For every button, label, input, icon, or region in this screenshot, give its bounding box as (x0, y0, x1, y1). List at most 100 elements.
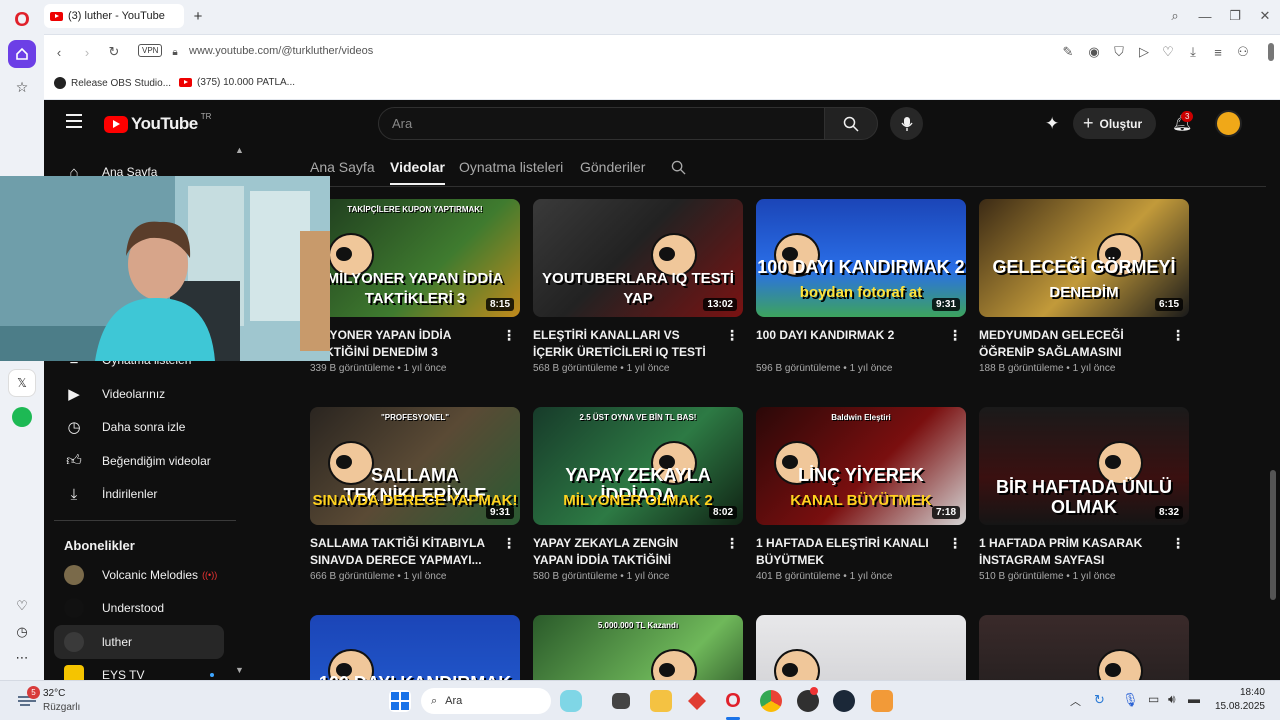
minimize-button[interactable]: — (1196, 7, 1214, 25)
video-card[interactable]: "PROFESYONEL" SALLAMA TEKNİKLERİYLE SINAVD… (310, 407, 520, 582)
pinboard-icon[interactable]: ☆ (8, 73, 36, 101)
video-thumbnail[interactable]: SEÇİM ANKETİ (756, 615, 966, 680)
microphone-icon[interactable]: 🎙︎ (1122, 692, 1139, 708)
battery-icon[interactable]: ▬ (1188, 692, 1200, 706)
restore-button[interactable]: ❐ (1226, 7, 1244, 25)
tab-home[interactable]: Ana Sayfa (310, 159, 375, 175)
sync-icon[interactable]: ↻ (1094, 692, 1105, 708)
opera-taskbar-icon[interactable]: O (722, 690, 744, 712)
video-thumbnail[interactable]: 2023 (979, 615, 1189, 680)
chrome-icon[interactable] (760, 690, 782, 712)
browser-tab[interactable]: (3) luther - YouTube (44, 4, 184, 28)
tab-playlists[interactable]: Oynatma listeleri (459, 159, 563, 175)
back-icon[interactable]: ‹ (50, 43, 68, 61)
video-thumbnail[interactable]: 100 DAYI KANDIRMAK(sosyal deney) (310, 615, 520, 680)
windows-start-icon[interactable] (389, 690, 411, 712)
volume-icon[interactable]: 🔊︎ (1168, 692, 1176, 707)
more-actions-icon[interactable]: ⋮ (948, 535, 962, 552)
close-window-button[interactable]: ✕ (1256, 7, 1274, 25)
home-icon[interactable] (8, 40, 36, 68)
search-input[interactable]: Ara (378, 107, 826, 140)
video-card[interactable]: YOUTUBERLARA IQ TESTİ YAP 13:02 ELEŞTİRİ K… (533, 199, 743, 374)
video-card[interactable]: 100 DAYI KANDIRMAK 2 boydan fotoraf at 9:3… (756, 199, 966, 374)
create-button[interactable]: + Oluştur (1073, 108, 1157, 139)
video-card[interactable]: 2.5 ÜST OYNA VE BİN TL BAS! YAPAY ZEKAYLA… (533, 407, 743, 582)
url-field[interactable]: www.youtube.com/@turkluther/videos (189, 45, 373, 57)
heart-icon[interactable]: ♡ (1159, 43, 1177, 61)
clock-time[interactable]: 18:40 (1225, 687, 1265, 698)
subscription-item[interactable]: Understood (54, 591, 224, 625)
tab-videos[interactable]: Videolar (390, 159, 445, 185)
bookmark-obs[interactable]: Release OBS Studio... (54, 77, 171, 89)
video-thumbnail[interactable]: TAKİPÇİLERE KUPON YAPTIRMAK! MİLYONER YAP… (310, 199, 520, 317)
app-icon[interactable] (871, 690, 893, 712)
subscription-item[interactable]: Volcanic Melodies ((•)) (54, 558, 224, 592)
page-scrollbar[interactable] (1270, 470, 1276, 600)
camera-icon[interactable]: ◉ (1085, 43, 1103, 61)
heart-icon[interactable]: ♡ (8, 592, 36, 620)
channel-search-icon[interactable] (671, 160, 686, 175)
video-title[interactable]: 1 HAFTADA ELEŞTİRİ KANALI BÜYÜTMEK ⋮ (756, 535, 966, 569)
sidebar-item-downloads[interactable]: ⤓ İndirilenler (54, 477, 224, 511)
video-title[interactable]: MEDYUMDAN GELECEĞİ ÖĞRENİP SAĞLAMASINI Y… (979, 327, 1189, 361)
youtube-logo[interactable]: YouTube TR (104, 112, 211, 134)
steam-icon[interactable] (833, 690, 855, 712)
forward-icon[interactable]: › (78, 43, 96, 61)
avatar[interactable] (1215, 110, 1242, 137)
more-icon[interactable]: ⋯ (8, 644, 36, 672)
more-actions-icon[interactable]: ⋮ (502, 535, 516, 552)
more-actions-icon[interactable]: ⋮ (725, 535, 739, 552)
vpn-badge[interactable]: VPN (138, 44, 163, 57)
subscription-item[interactable]: luther (54, 625, 224, 659)
search-button[interactable] (824, 107, 878, 140)
weather-text[interactable]: Rüzgarlı (43, 702, 80, 713)
more-actions-icon[interactable]: ⋮ (725, 327, 739, 344)
more-actions-icon[interactable]: ⋮ (948, 327, 962, 344)
video-title[interactable]: ELEŞTİRİ KANALLARI VS İÇERİK ÜRETİCİLERİ… (533, 327, 743, 361)
video-card[interactable]: 100 DAYI KANDIRMAK(sosyal deney) (310, 615, 520, 680)
video-title[interactable]: 100 DAYI KANDIRMAK 2 ⋮ (756, 327, 966, 361)
video-card[interactable]: 5.000.000 TL KazandıMİLYONER YAPAN İDDİA… (533, 615, 743, 680)
scroll-down-icon[interactable]: ▼ (235, 665, 244, 675)
video-thumbnail[interactable]: 100 DAYI KANDIRMAK 2 boydan fotoraf at 9:3… (756, 199, 966, 317)
spotify-icon[interactable] (8, 403, 36, 431)
video-thumbnail[interactable]: BİR HAFTADA ÜNLÜ OLMAK 8:32 (979, 407, 1189, 525)
file-explorer-icon[interactable] (650, 690, 672, 712)
temperature[interactable]: 32°C (43, 688, 65, 699)
subscription-item[interactable]: EYS TV (54, 658, 224, 680)
search-tabs-icon[interactable]: ⌕ (1166, 7, 1184, 25)
video-card[interactable]: BİR HAFTADA ÜNLÜ OLMAK 8:32 1 HAFTADA PRİM… (979, 407, 1189, 582)
x-twitter-icon[interactable]: 𝕏 (8, 369, 36, 397)
video-card[interactable]: Baldwin Eleştiri LİNÇ YİYEREK KANAL BÜYÜTM… (756, 407, 966, 582)
video-thumbnail[interactable]: 5.000.000 TL KazandıMİLYONER YAPAN İDDİA… (533, 615, 743, 680)
sidebar-item-liked-videos[interactable]: 👍︎ Beğendiğim videolar (54, 444, 224, 478)
edit-icon[interactable]: ✎ (1059, 43, 1077, 61)
task-view-icon[interactable] (612, 693, 630, 709)
copilot-icon[interactable] (560, 690, 582, 712)
video-card[interactable]: 2023 (979, 615, 1189, 680)
taskbar-search[interactable]: ⌕ Ara (421, 688, 551, 714)
clock-date[interactable]: 15.08.2025 (1205, 701, 1265, 712)
account-icon[interactable]: ⚇ (1234, 43, 1252, 61)
scrollbar[interactable] (1268, 43, 1274, 61)
video-card[interactable]: SEÇİM ANKETİ (756, 615, 966, 680)
video-title[interactable]: 1 HAFTADA PRİM KASARAK İNSTAGRAM SAYFASI… (979, 535, 1189, 569)
video-title[interactable]: SALLAMA TAKTİĞİ KİTABIYLA SINAVDA DERECE… (310, 535, 520, 569)
hamburger-menu-icon[interactable] (66, 114, 82, 128)
gemini-sparkle-icon[interactable]: ✦ (1045, 114, 1059, 134)
more-actions-icon[interactable]: ⋮ (1171, 535, 1185, 552)
voice-search-button[interactable] (890, 107, 923, 140)
app-icon[interactable] (686, 690, 708, 712)
reload-icon[interactable]: ↻ (105, 43, 123, 61)
video-thumbnail[interactable]: "PROFESYONEL" SALLAMA TEKNİKLERİYLE SINAVD… (310, 407, 520, 525)
more-actions-icon[interactable]: ⋮ (502, 327, 516, 344)
download-icon[interactable]: ⤓ (1184, 43, 1202, 61)
video-card[interactable]: GELECEĞİ GÖRMEYİ DENEDİM 6:15 MEDYUMDAN GEL… (979, 199, 1189, 374)
lock-icon[interactable]: 🔒︎ (166, 43, 184, 61)
video-card[interactable]: TAKİPÇİLERE KUPON YAPTIRMAK! MİLYONER YAP… (310, 199, 520, 374)
bookmark-youtube[interactable]: (375) 10.000 PATLA... (179, 77, 295, 88)
chevron-up-icon[interactable]: ︿ (1070, 693, 1081, 709)
history-icon[interactable]: ◷ (8, 618, 36, 646)
menu-icon[interactable]: ≡ (1209, 43, 1227, 61)
scroll-up-icon[interactable]: ▲ (235, 145, 244, 155)
